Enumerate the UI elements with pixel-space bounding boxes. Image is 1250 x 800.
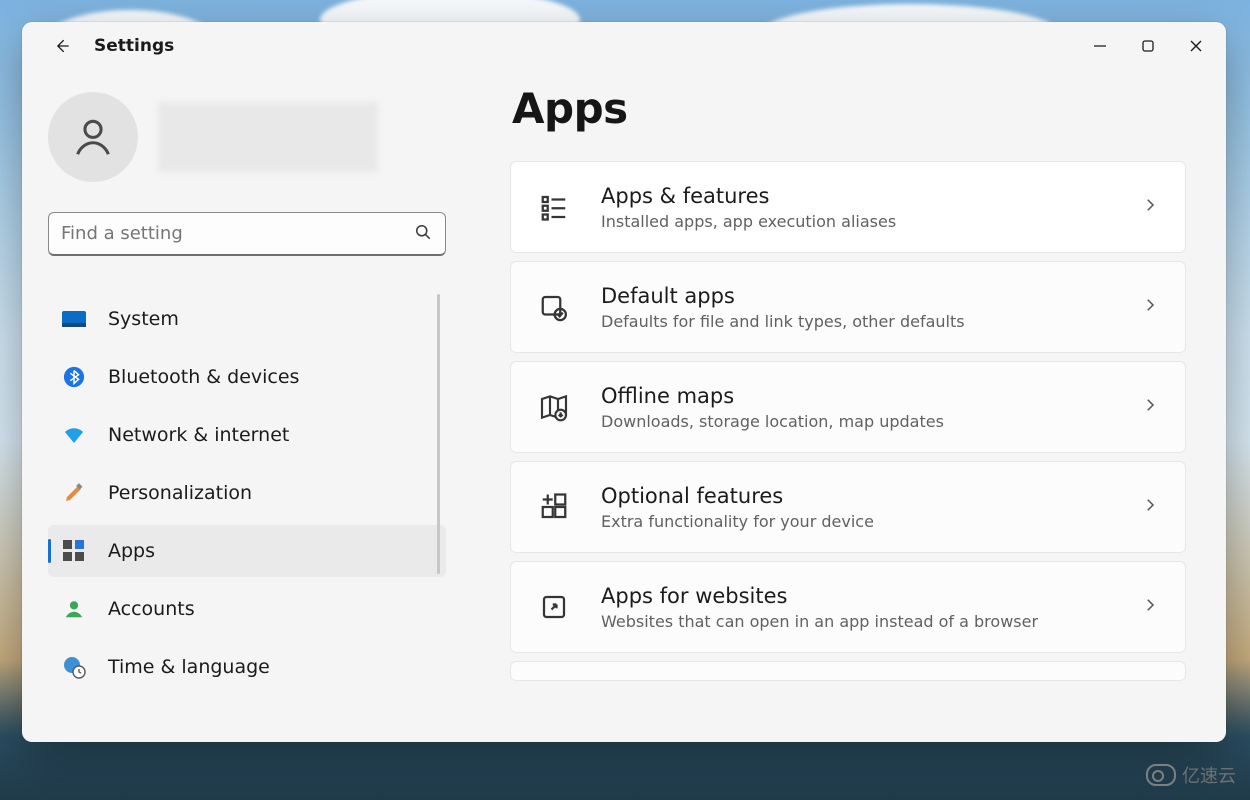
profile-block[interactable] (48, 92, 472, 182)
card-subtitle: Extra functionality for your device (601, 512, 1111, 531)
sidebar: System Bluetooth & devices Network & int… (22, 70, 492, 742)
chevron-right-icon (1141, 496, 1159, 518)
card-subtitle: Downloads, storage location, map updates (601, 412, 1111, 431)
chevron-right-icon (1141, 596, 1159, 618)
sidebar-item-personalization[interactable]: Personalization (48, 467, 446, 519)
card-title: Offline maps (601, 384, 1111, 408)
sidebar-item-label: Time & language (108, 656, 270, 678)
wifi-icon (62, 423, 86, 447)
card-subtitle: Defaults for file and link types, other … (601, 312, 1111, 331)
sidebar-item-label: Apps (108, 540, 155, 562)
search-field[interactable] (61, 223, 413, 244)
titlebar: Settings (22, 22, 1226, 70)
sidebar-item-system[interactable]: System (48, 293, 446, 345)
card-subtitle: Websites that can open in an app instead… (601, 612, 1111, 631)
card-title: Apps for websites (601, 584, 1111, 608)
card-apps-for-websites[interactable]: Apps for websites Websites that can open… (510, 561, 1186, 653)
sidebar-item-bluetooth[interactable]: Bluetooth & devices (48, 351, 446, 403)
card-subtitle: Installed apps, app execution aliases (601, 212, 1111, 231)
card-default-apps[interactable]: Default apps Defaults for file and link … (510, 261, 1186, 353)
back-button[interactable] (44, 28, 80, 64)
paintbrush-icon (62, 481, 86, 505)
sidebar-item-label: System (108, 308, 179, 330)
search-icon (413, 222, 433, 246)
apps-icon (62, 539, 86, 563)
sidebar-item-label: Accounts (108, 598, 195, 620)
avatar (48, 92, 138, 182)
card-title: Default apps (601, 284, 1111, 308)
apps-features-icon (537, 190, 571, 224)
watermark: 亿速云 (1146, 762, 1236, 788)
card-peek-next[interactable] (510, 661, 1186, 681)
sidebar-item-time[interactable]: Time & language (48, 641, 446, 693)
sidebar-item-label: Network & internet (108, 424, 289, 446)
chevron-right-icon (1141, 196, 1159, 218)
sidebar-item-label: Bluetooth & devices (108, 366, 299, 388)
accounts-icon (62, 597, 86, 621)
system-icon (62, 307, 86, 331)
offline-maps-icon (537, 390, 571, 424)
chevron-right-icon (1141, 296, 1159, 318)
sidebar-item-label: Personalization (108, 482, 252, 504)
bluetooth-icon (62, 365, 86, 389)
default-apps-icon (537, 290, 571, 324)
close-button[interactable] (1172, 22, 1220, 70)
main-content: Apps Apps & features Installed apps, app… (492, 70, 1226, 742)
card-title: Optional features (601, 484, 1111, 508)
optional-features-icon (537, 490, 571, 524)
maximize-button[interactable] (1124, 22, 1172, 70)
settings-cards: Apps & features Installed apps, app exec… (510, 161, 1186, 681)
card-title: Apps & features (601, 184, 1111, 208)
card-apps-features[interactable]: Apps & features Installed apps, app exec… (510, 161, 1186, 253)
search-input[interactable] (48, 212, 446, 256)
apps-for-websites-icon (537, 590, 571, 624)
minimize-button[interactable] (1076, 22, 1124, 70)
profile-name-redacted (158, 102, 378, 172)
sidebar-scrollbar[interactable] (437, 294, 440, 574)
time-language-icon (62, 655, 86, 679)
watermark-logo-icon (1146, 764, 1176, 786)
card-offline-maps[interactable]: Offline maps Downloads, storage location… (510, 361, 1186, 453)
sidebar-item-apps[interactable]: Apps (48, 525, 446, 577)
sidebar-item-network[interactable]: Network & internet (48, 409, 446, 461)
sidebar-item-accounts[interactable]: Accounts (48, 583, 446, 635)
app-title: Settings (94, 36, 174, 56)
page-title: Apps (512, 84, 1186, 133)
sidebar-nav: System Bluetooth & devices Network & int… (48, 290, 446, 696)
card-optional-features[interactable]: Optional features Extra functionality fo… (510, 461, 1186, 553)
chevron-right-icon (1141, 396, 1159, 418)
settings-window: Settings System (22, 22, 1226, 742)
watermark-text: 亿速云 (1182, 762, 1236, 788)
